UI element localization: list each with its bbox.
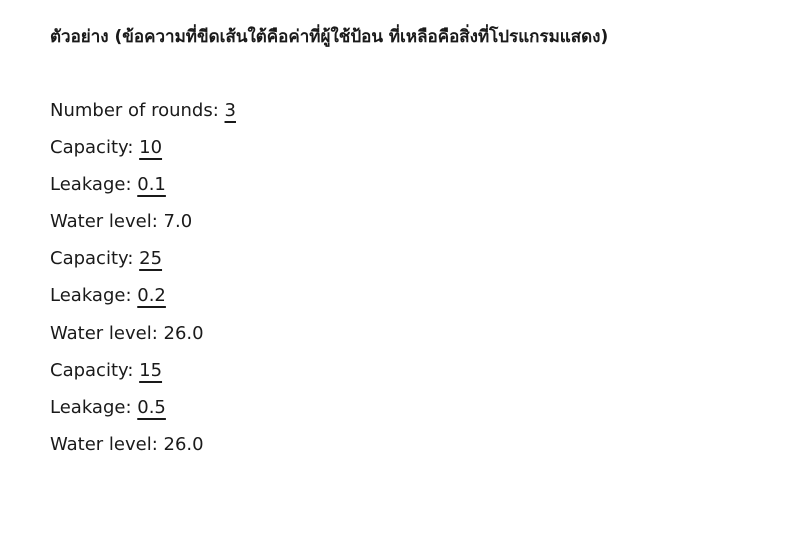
output-label: Water level: xyxy=(50,433,164,455)
transcript-line-rounds: Number of rounds: 3 xyxy=(50,98,236,135)
user-input-value: 0.2 xyxy=(137,285,166,307)
transcript-line-capacity: Capacity: 15 xyxy=(50,358,236,395)
transcript-line-water-level: Water level: 7.0 xyxy=(50,209,236,246)
prompt-label: Capacity: xyxy=(50,248,140,270)
transcript-line-water-level: Water level: 26.0 xyxy=(50,321,236,358)
output-label: Water level: xyxy=(50,322,164,344)
prompt-label: Leakage: xyxy=(50,396,138,418)
prompt-label: Number of rounds: xyxy=(50,100,225,121)
prompt-label: Leakage: xyxy=(50,174,138,196)
user-input-value: 10 xyxy=(139,137,163,159)
user-input-value: 3 xyxy=(224,100,236,121)
prompt-label: Leakage: xyxy=(50,285,138,307)
output-value: 26.0 xyxy=(163,433,204,455)
prompt-label: Capacity: xyxy=(50,359,140,381)
transcript-line-leakage: Leakage: 0.5 xyxy=(50,395,236,432)
transcript-line-leakage: Leakage: 0.1 xyxy=(50,172,236,209)
prompt-label: Capacity: xyxy=(50,137,140,159)
transcript-line-capacity: Capacity: 25 xyxy=(50,246,236,283)
user-input-value: 25 xyxy=(139,248,163,270)
output-label: Water level: xyxy=(50,211,164,233)
transcript-line-capacity: Capacity: 10 xyxy=(50,135,236,172)
output-value: 7.0 xyxy=(163,211,193,233)
user-input-value: 0.1 xyxy=(137,174,166,196)
console-transcript: Number of rounds: 3 Capacity: 10 Leakage… xyxy=(50,98,236,469)
transcript-line-leakage: Leakage: 0.2 xyxy=(50,283,236,320)
output-value: 26.0 xyxy=(163,322,204,344)
example-heading: ตัวอย่าง (ข้อความที่ขีดเส้นใต้คือค่าที่ผ… xyxy=(50,27,609,47)
user-input-value: 15 xyxy=(139,359,163,381)
user-input-value: 0.5 xyxy=(137,396,166,418)
transcript-line-water-level: Water level: 26.0 xyxy=(50,432,236,469)
